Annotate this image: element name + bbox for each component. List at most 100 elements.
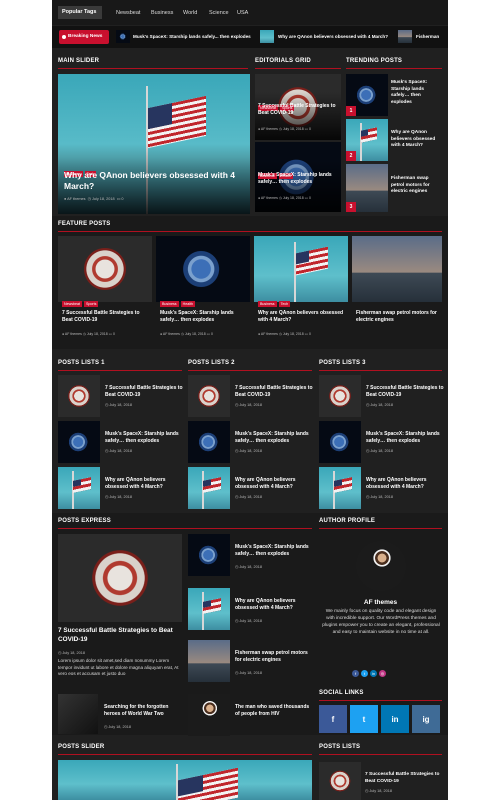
list-headline[interactable]: Why are QAnon believers obsessed with 4 … [235, 477, 313, 491]
tag-badge[interactable]: Newsbeat [62, 301, 82, 307]
tag-badge[interactable]: Sports [83, 301, 99, 307]
list-thumb[interactable] [188, 421, 230, 463]
tag-science[interactable]: Science [209, 10, 229, 16]
list-thumb[interactable] [58, 467, 100, 509]
express-thumb[interactable] [188, 588, 230, 630]
author-name[interactable]: AF themes [261, 127, 278, 131]
tag-world[interactable]: World [183, 10, 197, 16]
author-bio: We mainly focus on quality code and eleg… [322, 609, 440, 635]
main-slider-headline[interactable]: Why are QAnon believers obsessed with 4 … [64, 170, 244, 191]
list-headline[interactable]: Why are QAnon believers obsessed with 4 … [105, 477, 183, 491]
tag-badge[interactable]: Tech [278, 301, 291, 307]
breaking-item[interactable]: Why are QAnon believers obsessed with 4 … [278, 34, 388, 39]
breaking-item[interactable]: Fisherman [416, 34, 439, 39]
list-thumb[interactable] [319, 467, 361, 509]
express-thumb[interactable] [188, 640, 230, 682]
breaking-thumb[interactable] [398, 30, 412, 43]
express-bottom-image[interactable] [58, 694, 98, 734]
list-thumb[interactable] [188, 375, 230, 417]
posts-slider-image[interactable] [58, 760, 312, 800]
express-main-headline[interactable]: 7 Successful Battle Strategies to Beat C… [58, 627, 184, 644]
trending-thumb[interactable]: 3 [346, 164, 388, 212]
author-name[interactable]: AF themes [163, 332, 180, 336]
post-date: ◷ July 18, 2018 [105, 403, 132, 407]
tag-badge[interactable]: Business [160, 301, 179, 307]
list-thumb[interactable] [58, 375, 100, 417]
list-thumb[interactable] [188, 467, 230, 509]
express-main-image[interactable] [58, 534, 182, 622]
flag-image [296, 246, 328, 276]
trending-thumb[interactable]: 1 [346, 74, 388, 116]
list-headline[interactable]: Musk's SpaceX: Starship lands safely… th… [235, 431, 313, 445]
main-slider-image[interactable] [58, 74, 250, 214]
express-headline[interactable]: Why are QAnon believers obsessed with 4 … [235, 598, 311, 612]
list-headline[interactable]: Musk's SpaceX: Starship lands safely… th… [105, 431, 183, 445]
feature-headline[interactable]: Why are QAnon believers obsessed with 4 … [258, 310, 346, 324]
trending-headline[interactable]: Why are QAnon believers obsessed with 4 … [391, 130, 441, 150]
tag-badge[interactable]: Health [180, 301, 195, 307]
trending-title: Trending Posts [346, 58, 403, 64]
post-date: ◷ July 18, 2018 [58, 651, 85, 655]
tag-business[interactable]: Business [151, 10, 173, 16]
trending-headline[interactable]: Fisherman swap petrol motors for electri… [391, 176, 441, 196]
section-divider [58, 370, 182, 371]
list-headline[interactable]: 7 Successful Battle Strategies to Beat C… [365, 772, 441, 785]
section-divider [319, 370, 442, 371]
list-thumb[interactable] [319, 762, 361, 800]
feature-headline[interactable]: Musk's SpaceX: Starship lands safely… th… [160, 310, 248, 324]
author-name[interactable]: AF themes [261, 196, 278, 200]
linkedin-link[interactable]: in [381, 705, 409, 733]
facebook-icon[interactable]: f [352, 670, 359, 677]
list-headline[interactable]: Musk's SpaceX: Starship lands safely… th… [366, 431, 444, 445]
author-name[interactable]: AF themes [319, 599, 442, 606]
social-links-title: Social Links [319, 690, 364, 696]
instagram-link[interactable]: ig [412, 705, 440, 733]
linkedin-icon[interactable]: in [370, 670, 377, 677]
list-headline[interactable]: 7 Successful Battle Strategies to Beat C… [235, 385, 313, 399]
trending-thumb[interactable]: 2 [346, 119, 388, 161]
flag-canton [203, 600, 211, 609]
feature-headline[interactable]: Fisherman swap petrol motors for electri… [356, 310, 440, 324]
author-name[interactable]: AF themes [67, 197, 85, 201]
tag-badge[interactable]: Business [258, 301, 277, 307]
tag-usa[interactable]: USA [237, 10, 248, 16]
tag-newsbeat[interactable]: Newsbeat [116, 10, 140, 16]
express-bottom-headline[interactable]: Searching for the forgotten heroes of Wo… [104, 704, 182, 718]
feature-image[interactable] [352, 236, 442, 302]
post-date: ◷ July 18, 2018 [105, 495, 132, 499]
instagram-icon[interactable]: ◎ [379, 670, 386, 677]
facebook-link[interactable]: f [319, 705, 347, 733]
trending-headline[interactable]: Musk's SpaceX: Starship lands safely… th… [391, 80, 441, 106]
list-headline[interactable]: 7 Successful Battle Strategies to Beat C… [366, 385, 444, 399]
post-date: ◷ July 18, 2018 [235, 565, 262, 569]
flag-canton [178, 775, 204, 796]
flag-canton [73, 479, 81, 488]
express-thumb[interactable] [188, 534, 230, 576]
flag-image [203, 598, 221, 614]
list-headline[interactable]: Why are QAnon believers obsessed with 4 … [366, 477, 444, 491]
express-headline[interactable]: The man who saved thousands of people fr… [235, 704, 311, 718]
breaking-item[interactable]: Musk's SpaceX: Starship lands safely... … [133, 34, 251, 39]
twitter-link[interactable]: t [350, 705, 378, 733]
list-thumb[interactable] [319, 375, 361, 417]
author-avatar[interactable] [356, 541, 406, 591]
flag-image [178, 767, 238, 800]
express-headline[interactable]: Musk's SpaceX: Starship lands safely… th… [235, 544, 311, 558]
list-thumb[interactable] [58, 421, 100, 463]
popular-tags-button[interactable]: Popular Tags [58, 6, 102, 19]
express-thumb[interactable] [188, 694, 230, 736]
rank-badge: 3 [346, 202, 356, 212]
list-thumb[interactable] [319, 421, 361, 463]
twitter-icon[interactable]: t [361, 670, 368, 677]
editorial-headline[interactable]: Musk's SpaceX: Starship lands safely… th… [258, 172, 340, 186]
editorial-headline[interactable]: 7 Successful Battle Strategies to Beat C… [258, 103, 338, 117]
feature-tags: Business Health [160, 292, 197, 310]
breaking-thumb[interactable] [116, 30, 130, 43]
feature-headline[interactable]: 7 Successful Battle Strategies to Beat C… [62, 310, 150, 324]
author-name[interactable]: AF themes [65, 332, 82, 336]
express-headline[interactable]: Fisherman swap petrol motors for electri… [235, 650, 311, 664]
author-name[interactable]: AF themes [261, 332, 278, 336]
list-headline[interactable]: 7 Successful Battle Strategies to Beat C… [105, 385, 183, 399]
feature-title: Feature Posts [58, 221, 111, 227]
breaking-thumb[interactable] [260, 30, 274, 43]
